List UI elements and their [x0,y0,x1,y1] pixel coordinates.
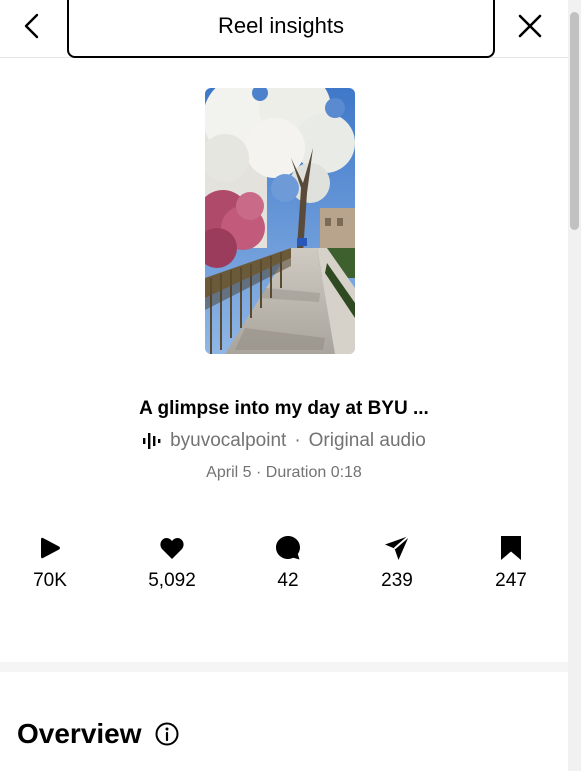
reel-caption: A glimpse into my day at BYU ... [139,398,429,419]
reel-date: April 5 [206,464,252,481]
overview-title: Overview [17,718,142,749]
reel-meta: April 5 · Duration 0:18 [0,464,568,482]
stat-comments: 42 [243,534,333,592]
reel-duration: Duration 0:18 [265,464,362,481]
stat-shares: 239 [352,534,442,592]
header-bar: Reel insights [0,0,568,58]
info-icon [155,722,179,746]
stat-saves: 247 [466,534,556,592]
page-title: Reel insights [218,13,344,38]
stat-saves-value: 247 [495,570,527,591]
reel-thumbnail-image [205,88,355,354]
audio-link[interactable]: byuvocalpoint · Original audio [0,430,568,452]
comment-icon [276,536,300,560]
audio-separator: · [294,430,301,451]
stat-comments-value: 42 [277,570,299,591]
audio-owner: byuvocalpoint [170,430,287,451]
section-divider [0,662,568,672]
heart-icon [160,538,184,559]
scrollbar-thumb[interactable] [570,12,579,230]
title-frame: Reel insights [67,0,495,58]
share-icon [385,535,410,560]
reel-thumbnail[interactable] [205,88,355,354]
close-button[interactable] [512,8,548,44]
stat-plays: 70K [5,534,95,592]
stat-plays-value: 70K [33,570,67,591]
stat-likes: 5,092 [127,534,217,592]
overview-header: Overview [17,718,180,750]
stat-shares-value: 239 [381,570,413,591]
close-icon [518,14,542,38]
audio-waveform-icon [143,433,161,449]
back-button[interactable] [14,8,50,44]
play-icon [41,537,60,559]
bookmark-icon [501,536,521,560]
meta-separator: · [255,464,262,481]
overview-info-button[interactable] [154,721,180,747]
chevron-left-icon [24,13,39,39]
audio-label: Original audio [308,430,426,451]
stat-likes-value: 5,092 [148,570,196,591]
